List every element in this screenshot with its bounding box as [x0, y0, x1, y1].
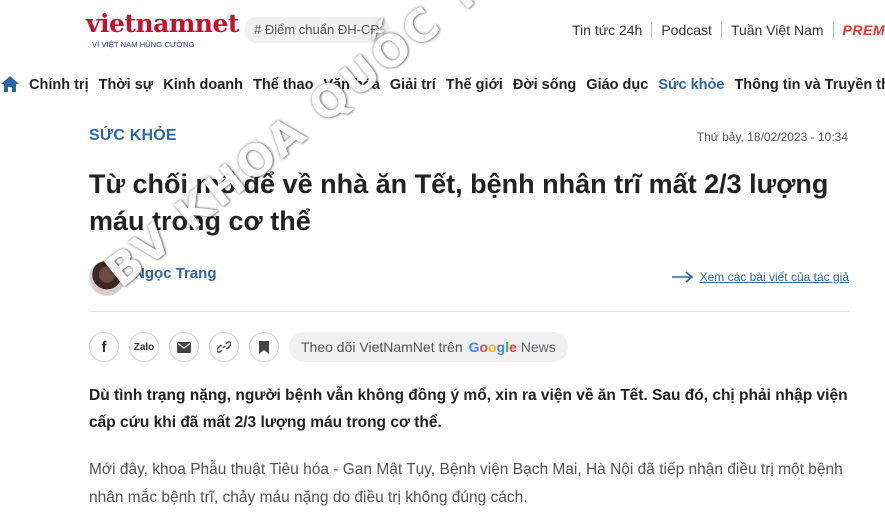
main-nav: Chính trị Thời sự Kinh doanh Thể thao Vă… — [0, 68, 885, 102]
nav-item-doi-song[interactable]: Đời sống — [513, 77, 576, 93]
nav-item-giai-tri[interactable]: Giải trí — [390, 77, 436, 93]
see-author-articles-link[interactable]: Xem các bài viết của tác giả — [671, 270, 849, 284]
article-lead: Dù tình trạng nặng, người bệnh vẫn không… — [89, 387, 848, 431]
divider — [651, 22, 653, 38]
avatar[interactable] — [89, 260, 125, 296]
follow-google-news-button[interactable]: Theo dõi VietNamNet trên Google News — [289, 332, 568, 362]
google-news-label: Google News — [468, 339, 556, 355]
bookmark-icon — [259, 340, 269, 354]
nav-item-van-hoa[interactable]: Văn hóa — [323, 77, 379, 93]
divider — [832, 22, 834, 38]
top-link-news24h[interactable]: Tin tức 24h — [572, 22, 642, 38]
mail-icon — [177, 341, 191, 353]
publish-date: Thứ bảy, 18/02/2023 - 10:34 — [696, 130, 848, 144]
zalo-icon: Zalo — [133, 341, 155, 353]
divider — [720, 22, 722, 38]
nav-item-the-thao[interactable]: Thể thao — [253, 77, 313, 93]
site-logo[interactable]: vietnamnet VÌ VIỆT NAM HÙNG CƯỜNG — [86, 9, 239, 53]
nav-item-thong-tin-truyen-thong[interactable]: Thông tin và Truyền thông — [734, 77, 885, 93]
top-link-premium[interactable]: PREM — [843, 22, 885, 38]
home-icon[interactable] — [0, 74, 20, 96]
logo-wordmark: vietnamnet — [86, 9, 239, 38]
facebook-share-button[interactable]: f — [89, 332, 119, 362]
article-paragraph: Mới đây, khoa Phẫu thuật Tiêu hóa - Gan … — [89, 461, 843, 506]
trending-tag[interactable]: # Điểm chuẩn ĐH-CĐ — [244, 17, 390, 43]
top-header: vietnamnet VÌ VIỆT NAM HÙNG CƯỜNG # Điểm… — [0, 0, 885, 62]
follow-text: Theo dõi VietNamNet trên — [301, 339, 463, 355]
divider — [89, 311, 849, 312]
link-icon — [217, 341, 231, 353]
logo-tagline: VÌ VIỆT NAM HÙNG CƯỜNG — [92, 40, 195, 49]
see-all-label: Xem các bài viết của tác giả — [699, 270, 849, 284]
section-label[interactable]: SỨC KHỎE — [89, 127, 177, 145]
bookmark-button[interactable] — [249, 332, 279, 362]
nav-item-thoi-su[interactable]: Thời sự — [99, 77, 154, 93]
article-title: Từ chối mổ để về nhà ăn Tết, bệnh nhân t… — [89, 169, 829, 236]
author-name[interactable]: Ngọc Trang — [134, 265, 217, 282]
nav-item-the-gioi[interactable]: Thế giới — [446, 77, 503, 93]
arrow-right-icon — [671, 271, 693, 283]
top-link-tuan-viet-nam[interactable]: Tuần Việt Nam — [731, 22, 824, 38]
copy-link-button[interactable] — [209, 332, 239, 362]
facebook-icon: f — [101, 338, 107, 356]
author-row: Ngọc Trang Xem các bài viết của tác giả — [89, 259, 849, 297]
nav-item-chinh-tri[interactable]: Chính trị — [29, 77, 89, 93]
nav-item-suc-khoe[interactable]: Sức khỏe — [658, 77, 724, 93]
top-link-podcast[interactable]: Podcast — [661, 22, 712, 38]
nav-item-giao-duc[interactable]: Giáo dục — [586, 77, 648, 93]
share-row: f Zalo Theo dõi VietNamNet trên Google N… — [89, 332, 568, 362]
zalo-share-button[interactable]: Zalo — [129, 332, 159, 362]
email-share-button[interactable] — [169, 332, 199, 362]
top-links: Tin tức 24h Podcast Tuần Việt Nam PREM — [572, 22, 885, 38]
nav-item-kinh-doanh[interactable]: Kinh doanh — [163, 77, 243, 93]
